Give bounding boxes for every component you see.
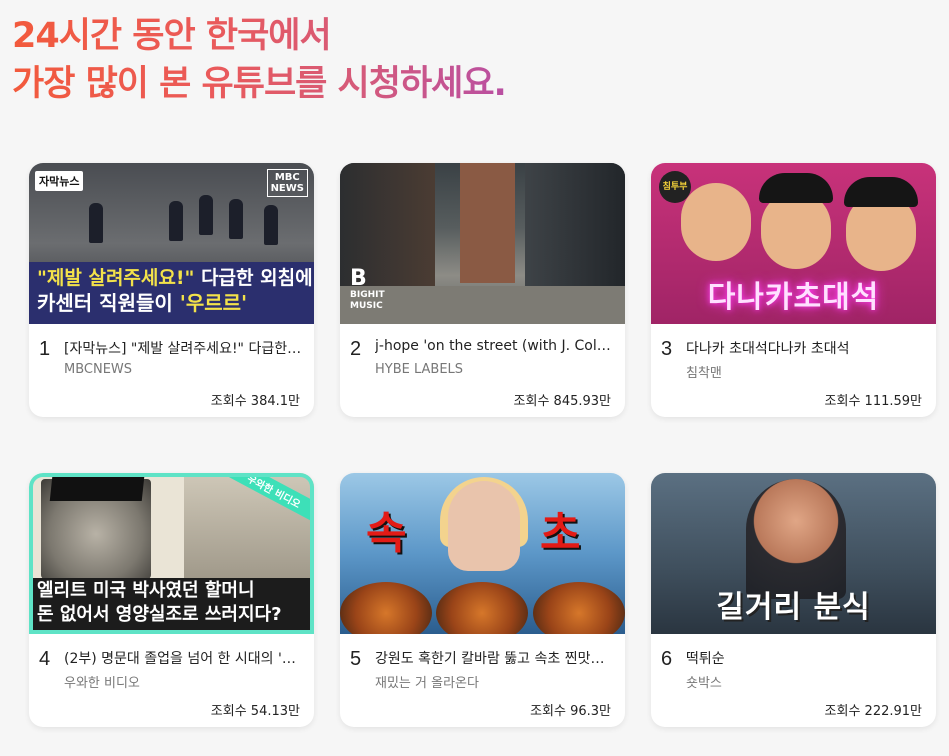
- video-channel[interactable]: HYBE LABELS: [375, 362, 463, 377]
- thumbnail-figure: [89, 203, 103, 243]
- thumbnail-tag: 자막뉴스: [35, 171, 84, 191]
- thumbnail-figure: [169, 201, 183, 241]
- video-title[interactable]: j-hope 'on the street (with J. Cole)' Of…: [375, 338, 615, 354]
- video-title[interactable]: 다나카 초대석다나카 초대석: [686, 338, 926, 358]
- thumbnail-bowl: [436, 582, 528, 634]
- channel-badge: 침투부: [659, 171, 691, 203]
- video-card[interactable]: 침투부 다나카초대석 3 다나카 초대석다나카 초대석 침착맨 조회수 111.…: [651, 163, 936, 417]
- video-thumbnail[interactable]: 길거리 분식: [651, 473, 936, 634]
- video-rank: 4: [39, 648, 51, 670]
- video-info: 5 강원도 혹한기 칼바람 뚫고 속초 찐맛집 투어 재밌는 거 올라온다 조회…: [340, 634, 625, 727]
- thumbnail-figure: [264, 205, 278, 245]
- video-thumbnail[interactable]: B BIGHIT MUSIC: [340, 163, 625, 324]
- thumbnail-caption-line-1: 엘리트 미국 박사였던 할머니: [37, 580, 255, 601]
- video-title[interactable]: 강원도 혹한기 칼바람 뚫고 속초 찐맛집 투어: [375, 648, 615, 668]
- thumbnail-cap: [844, 177, 918, 207]
- thumbnail-char-left: 속: [366, 508, 407, 559]
- video-channel[interactable]: 숏박스: [686, 672, 722, 691]
- thumbnail-building: [460, 163, 515, 283]
- video-views: 조회수 54.13만: [210, 704, 300, 719]
- video-info: 2 j-hope 'on the street (with J. Cole)' …: [340, 324, 625, 417]
- thumbnail-person: [746, 479, 846, 599]
- page-headline: 24시간 동안 한국에서 가장 많이 본 유튜브를 시청하세요.: [12, 12, 506, 108]
- video-title[interactable]: 떡튀순: [686, 648, 926, 668]
- video-thumbnail[interactable]: 자막뉴스 MBC NEWS "제발 살려주세요!" 다급한 외침에 카센터 직원…: [29, 163, 314, 324]
- thumbnail-graduation-cap: [49, 477, 145, 501]
- video-views: 조회수 96.3만: [530, 704, 611, 719]
- thumbnail-figure: [229, 199, 243, 239]
- video-channel[interactable]: 우와한 비디오: [64, 672, 140, 691]
- video-views: 조회수 222.91만: [824, 704, 922, 719]
- video-grid: 자막뉴스 MBC NEWS "제발 살려주세요!" 다급한 외침에 카센터 직원…: [29, 163, 936, 727]
- video-thumbnail[interactable]: 침투부 다나카초대석: [651, 163, 936, 324]
- video-channel[interactable]: MBCNEWS: [64, 362, 132, 377]
- video-title[interactable]: [자막뉴스] "제발 살려주세요!" 다급한 외침에 카센터 직원들이 '우르르…: [64, 338, 304, 358]
- thumbnail-caption: 길거리 분식: [716, 590, 871, 625]
- video-rank: 3: [661, 338, 673, 360]
- video-card[interactable]: 길거리 분식 6 떡튀순 숏박스 조회수 222.91만: [651, 473, 936, 727]
- video-card[interactable]: B BIGHIT MUSIC 2 j-hope 'on the street (…: [340, 163, 625, 417]
- thumbnail-face: [448, 481, 520, 571]
- video-views: 조회수 384.1만: [210, 394, 300, 409]
- bighit-music-logo: B BIGHIT MUSIC: [350, 266, 385, 312]
- thumbnail-cap: [759, 173, 833, 203]
- thumbnail-figure: [199, 195, 213, 235]
- video-card[interactable]: 우와한 비디오 엘리트 미국 박사였던 할머니 돈 없어서 영양실조로 쓰러지다…: [29, 473, 314, 727]
- video-rank: 2: [350, 338, 362, 360]
- video-views: 조회수 111.59만: [824, 394, 922, 409]
- video-views: 조회수 845.93만: [513, 394, 611, 409]
- thumbnail-caption-line-1: "제발 살려주세요!" 다급한 외침에: [37, 267, 313, 289]
- video-channel[interactable]: 재밌는 거 올라온다: [375, 672, 479, 691]
- video-card[interactable]: 속 초 5 강원도 혹한기 칼바람 뚫고 속초 찐맛집 투어 재밌는 거 올라온…: [340, 473, 625, 727]
- video-info: 1 [자막뉴스] "제발 살려주세요!" 다급한 외침에 카센터 직원들이 '우…: [29, 324, 314, 417]
- video-thumbnail[interactable]: 속 초: [340, 473, 625, 634]
- video-thumbnail[interactable]: 우와한 비디오 엘리트 미국 박사였던 할머니 돈 없어서 영양실조로 쓰러지다…: [29, 473, 314, 634]
- headline-line-2: 가장 많이 본 유튜브를 시청하세요.: [12, 64, 506, 104]
- headline-line-1: 24시간 동안 한국에서: [12, 16, 331, 56]
- video-rank: 6: [661, 648, 673, 670]
- video-rank: 5: [350, 648, 362, 670]
- thumbnail-bowl: [533, 582, 625, 634]
- thumbnail-caption: 다나카초대석: [707, 280, 880, 315]
- video-info: 6 떡튀순 숏박스 조회수 222.91만: [651, 634, 936, 727]
- video-info: 4 (2부) 명문대 졸업을 넘어 한 시대의 '엘리트'였던 할머니 우와한 …: [29, 634, 314, 727]
- thumbnail-bowl: [340, 582, 432, 634]
- thumbnail-face: [681, 183, 751, 261]
- video-channel[interactable]: 침착맨: [686, 362, 722, 381]
- thumbnail-caption-line-2: 돈 없어서 영양실조로 쓰러지다?: [37, 604, 282, 625]
- video-card[interactable]: 자막뉴스 MBC NEWS "제발 살려주세요!" 다급한 외침에 카센터 직원…: [29, 163, 314, 417]
- thumbnail-char-right: 초: [540, 508, 581, 559]
- video-title[interactable]: (2부) 명문대 졸업을 넘어 한 시대의 '엘리트'였던 할머니: [64, 648, 304, 668]
- video-rank: 1: [39, 338, 51, 360]
- thumbnail-caption-line-2: 카센터 직원들이 '우르르': [37, 291, 248, 315]
- mbc-news-logo: MBC NEWS: [266, 169, 308, 197]
- video-info: 3 다나카 초대석다나카 초대석 침착맨 조회수 111.59만: [651, 324, 936, 417]
